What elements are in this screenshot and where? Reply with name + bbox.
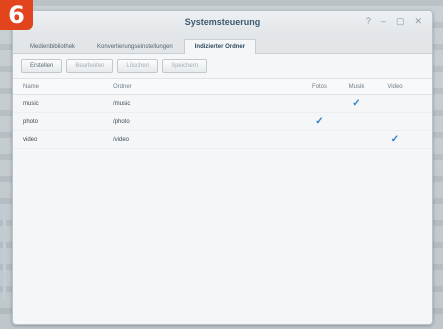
maximize-icon[interactable]: ▢ [396, 16, 405, 27]
table-row[interactable]: music/music ✓ [13, 95, 432, 113]
edit-button[interactable]: Bearbeiten [66, 59, 114, 73]
close-icon[interactable]: ✕ [414, 16, 422, 27]
tab-conversion-settings[interactable]: Konvertierungseinstellungen [86, 39, 184, 53]
row-video-cell[interactable]: ✓ [375, 133, 415, 145]
title-bar: Systemsteuerung ? – ▢ ✕ [13, 11, 432, 35]
table-row[interactable]: photo/photo ✓ [13, 113, 432, 131]
row-folder: /music [113, 100, 131, 107]
table-row[interactable]: video/video ✓ [13, 131, 432, 149]
minimize-icon[interactable]: – [381, 16, 386, 27]
header-fotos[interactable]: Fotos [301, 84, 338, 90]
step-badge: 6 [0, 0, 33, 30]
create-button[interactable]: Erstellen [21, 59, 63, 73]
control-panel-window: Systemsteuerung ? – ▢ ✕ Medienbibliothek… [12, 10, 433, 325]
window-controls: ? – ▢ ✕ [366, 16, 422, 27]
help-icon[interactable]: ? [366, 16, 371, 27]
tab-bar: Medienbibliothek Konvertierungseinstellu… [13, 35, 432, 54]
checkmark-icon: ✓ [390, 133, 400, 145]
checkmark-icon: ✓ [352, 97, 361, 109]
row-name: photo [23, 118, 39, 125]
page-edge-scroll [3, 205, 6, 300]
row-name: video [23, 136, 38, 143]
row-folder: /photo [113, 118, 130, 125]
row-fotos-cell[interactable]: ✓ [301, 115, 338, 127]
tab-indexed-folder[interactable]: Indizierter Ordner [183, 39, 257, 54]
row-folder: /video [113, 136, 130, 143]
table-header: Name Ordner Fotos Musik Video [13, 78, 432, 95]
row-name: music [23, 100, 39, 107]
delete-button[interactable]: Löschen [117, 59, 159, 73]
header-folder[interactable]: Ordner [113, 84, 301, 90]
checkmark-icon: ✓ [315, 115, 324, 127]
table-body: music/music ✓ photo/photo ✓ video/video ✓ [13, 95, 432, 149]
header-musik[interactable]: Musik [338, 84, 375, 90]
header-name[interactable]: Name [13, 84, 113, 90]
row-musik-cell[interactable]: ✓ [338, 97, 375, 109]
header-video[interactable]: Video [375, 84, 415, 90]
tab-media-library[interactable]: Medienbibliothek [19, 39, 86, 53]
save-button[interactable]: Speichern [162, 59, 208, 73]
toolbar: Erstellen Bearbeiten Löschen Speichern [13, 54, 432, 78]
